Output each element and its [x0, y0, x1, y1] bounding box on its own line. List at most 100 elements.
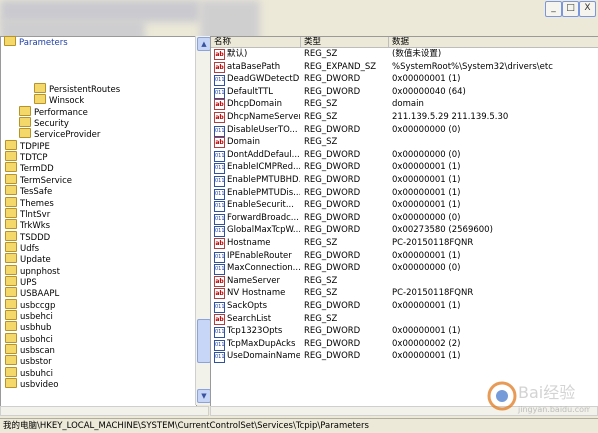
- value-type: REG_DWORD: [304, 263, 361, 274]
- folder-icon: [5, 196, 17, 207]
- value-name: DhcpNameServer: [227, 112, 300, 122]
- value-row[interactable]: 011 MaxConnection... REG_DWORD 0x00000000 (…: [211, 262, 598, 276]
- value-name: Hostname: [227, 238, 271, 248]
- binary-value-icon: 011: [214, 75, 225, 87]
- value-row[interactable]: 011 EnablePMTUDis... REG_DWORD 0x00000001 (…: [211, 187, 598, 200]
- tree-item[interactable]: TermDD: [5, 162, 54, 174]
- value-row[interactable]: 011 DontAddDefaul... REG_DWORD 0x00000000 (…: [211, 149, 598, 162]
- value-row[interactable]: 011 ForwardBroadc... REG_DWORD 0x00000000 (…: [211, 212, 598, 225]
- value-type: REG_DWORD: [304, 187, 361, 198]
- binary-value-icon: 011: [214, 87, 225, 99]
- column-header-data[interactable]: 数据: [389, 37, 598, 48]
- scroll-thumb[interactable]: [197, 319, 211, 363]
- value-type: REG_DWORD: [304, 124, 361, 135]
- close-button[interactable]: X: [579, 1, 596, 17]
- binary-value-icon: 011: [214, 264, 225, 276]
- value-row[interactable]: ab NV Hostname REG_SZ PC-20150118FQNR: [211, 287, 598, 300]
- folder-icon: [5, 287, 17, 298]
- value-row[interactable]: 011 DeadGWDetectD... REG_DWORD 0x00000001 (…: [211, 73, 598, 87]
- value-name: DontAddDefaul...: [227, 149, 300, 160]
- value-row[interactable]: 011 EnablePMTUBHD... REG_DWORD 0x00000001 (…: [211, 174, 598, 187]
- tree-item[interactable]: Themes: [5, 196, 54, 209]
- tree-item[interactable]: Udfs: [5, 241, 39, 254]
- value-row[interactable]: 011 EnableSecurit... REG_DWORD 0x00000001 (…: [211, 199, 598, 213]
- tree-item[interactable]: usbohci: [5, 332, 53, 345]
- value-row[interactable]: 011 IPEnableRouter REG_DWORD 0x00000001 (1): [211, 250, 598, 263]
- value-data: 211.139.5.29 211.139.5.30: [392, 112, 509, 122]
- tree-item[interactable]: Performance: [19, 105, 88, 118]
- folder-icon: [5, 378, 17, 389]
- value-row[interactable]: 011 EnableICMPRed... REG_DWORD 0x00000001 (…: [211, 161, 598, 175]
- tree-scrollbar[interactable]: ▲ ▼: [195, 36, 211, 405]
- value-type: REG_SZ: [304, 313, 338, 324]
- tree-item[interactable]: upnphost: [5, 264, 60, 277]
- binary-value-icon: 011: [214, 125, 225, 137]
- tree-item[interactable]: usbstor: [5, 355, 52, 367]
- tree-item[interactable]: usbccgp: [5, 298, 55, 311]
- value-row[interactable]: ab NameServer REG_SZ: [211, 275, 598, 288]
- value-row[interactable]: ab Hostname REG_SZ PC-20150118FQNR: [211, 237, 598, 250]
- maximize-button[interactable]: □: [562, 1, 579, 17]
- tree-item[interactable]: PersistentRoutes: [34, 83, 120, 95]
- tree-item[interactable]: usbehci: [5, 310, 53, 322]
- tree-item[interactable]: TlntSvr: [5, 207, 50, 220]
- value-row[interactable]: 011UseDomainName... REG_DWORD 0x00000001 (…: [211, 350, 598, 364]
- value-row[interactable]: ab DhcpDomain REG_SZ domain: [211, 98, 598, 111]
- value-row[interactable]: 011 DefaultTTL REG_DWORD 0x00000040 (64): [211, 86, 598, 99]
- tree-item[interactable]: TSDDD: [5, 230, 50, 243]
- tree-item[interactable]: usbvideo: [5, 378, 58, 390]
- value-row[interactable]: 011 GlobalMaxTcpW... REG_DWORD 0x00273580 (…: [211, 224, 598, 238]
- obscured-region: [0, 0, 200, 22]
- value-row[interactable]: ab Domain REG_SZ: [211, 136, 598, 149]
- tree-item[interactable]: usbuhci: [5, 366, 53, 379]
- string-value-icon: ab: [214, 112, 225, 123]
- registry-tree[interactable]: PersistentRoutes Winsock Performance Securi…: [0, 36, 197, 407]
- value-row[interactable]: 011 DisableUserTO... REG_DWORD 0x00000000 (…: [211, 124, 598, 137]
- value-row[interactable]: ab SearchList REG_SZ: [211, 313, 598, 326]
- value-type: REG_DWORD: [304, 326, 361, 337]
- binary-value-icon: 011: [214, 327, 225, 339]
- value-type: REG_DWORD: [304, 175, 361, 185]
- column-header-type[interactable]: 类型: [301, 37, 389, 48]
- value-name: Domain: [227, 137, 260, 148]
- binary-value-icon: 011: [214, 352, 225, 364]
- tree-item[interactable]: ServiceProvider: [19, 128, 100, 140]
- tree-item[interactable]: usbhub: [5, 321, 51, 333]
- folder-icon: [5, 264, 17, 275]
- folder-icon: [34, 94, 46, 105]
- column-header-name[interactable]: 名称: [211, 37, 301, 48]
- value-row[interactable]: 011 SackOpts REG_DWORD 0x00000001 (1): [211, 300, 598, 313]
- tree-hscrollbar[interactable]: [0, 406, 209, 416]
- value-row[interactable]: ab ataBasePath REG_EXPAND_SZ %SystemRoot%\S…: [211, 61, 598, 74]
- tree-item[interactable]: usbscan: [5, 344, 55, 356]
- minimize-button[interactable]: _: [545, 1, 562, 17]
- value-data: (数值未设置): [392, 49, 442, 59]
- tree-item[interactable]: TDTCP: [5, 151, 48, 163]
- scroll-up-button[interactable]: ▲: [197, 37, 211, 51]
- value-name: 默认): [227, 49, 248, 59]
- tree-item[interactable]: USBAAPL: [5, 287, 59, 299]
- tree-selected-key[interactable]: Parameters: [19, 38, 68, 48]
- tree-item[interactable]: TermService: [5, 173, 72, 186]
- binary-value-icon: 011: [214, 251, 225, 263]
- tree-item[interactable]: TDPIPE: [5, 139, 50, 152]
- tree-item[interactable]: Security: [19, 117, 69, 129]
- folder-icon: [5, 230, 17, 241]
- value-row[interactable]: 011 TcpMaxDupAcks REG_DWORD 0x00000002 (2): [211, 338, 598, 351]
- tree-item[interactable]: Winsock: [34, 94, 84, 106]
- value-data: 0x00000001 (1): [392, 301, 461, 311]
- value-row[interactable]: ab 默认) REG_SZ (数值未设置): [211, 48, 598, 61]
- value-type: REG_DWORD: [304, 86, 361, 97]
- string-value-icon: ab: [214, 61, 225, 73]
- tree-item[interactable]: TesSafe: [5, 185, 52, 197]
- string-value-icon: ab: [214, 288, 225, 300]
- value-row[interactable]: 011 Tcp1323Opts REG_DWORD 0x00000001 (1): [211, 325, 598, 339]
- folder-icon: [5, 332, 17, 343]
- value-row[interactable]: ab DhcpNameServer REG_SZ 211.139.5.29 211.1…: [211, 111, 598, 124]
- tree-item[interactable]: Update: [5, 253, 51, 265]
- value-name: DefaultTTL: [227, 86, 274, 97]
- values-list[interactable]: 名称 类型 数据 ab 默认) REG_SZ (数值未设置) ab ataBasePath…: [210, 36, 598, 407]
- tree-item[interactable]: UPS: [5, 275, 37, 288]
- tree-item[interactable]: TrkWks: [5, 219, 50, 231]
- scroll-down-button[interactable]: ▼: [197, 389, 211, 403]
